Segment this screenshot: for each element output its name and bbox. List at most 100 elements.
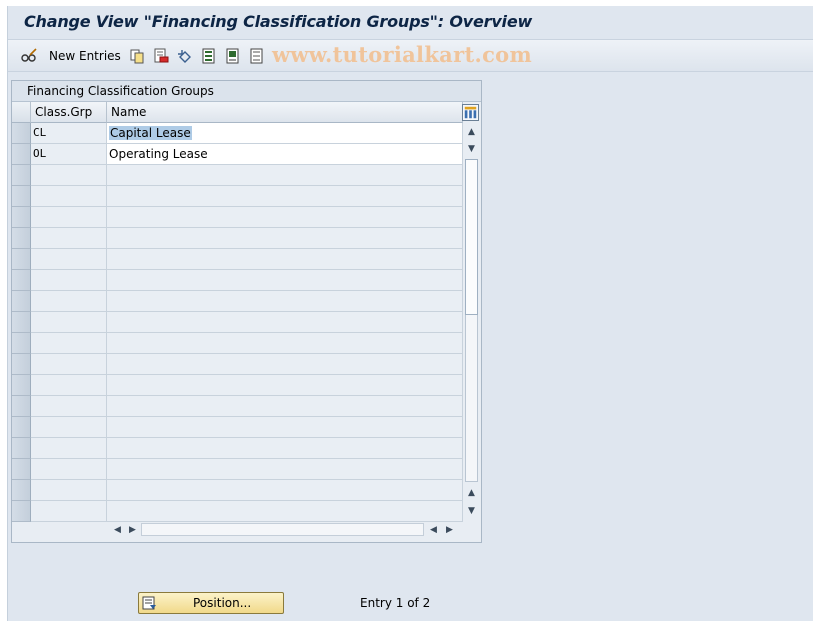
name-value: Operating Lease: [109, 147, 208, 161]
table-title-bar: Financing Classification Groups: [12, 81, 481, 102]
deselect-all-icon[interactable]: [249, 48, 265, 64]
table-row[interactable]: [12, 207, 463, 228]
scroll-down-arrow-icon[interactable]: ▼: [468, 506, 475, 516]
scroll-up-arrow-icon[interactable]: ▲: [468, 127, 475, 137]
empty-name-cell: [107, 417, 463, 438]
empty-class-grp-cell: [31, 333, 107, 354]
column-header-class-grp[interactable]: Class.Grp: [31, 102, 107, 123]
column-header-name[interactable]: Name: [107, 102, 463, 123]
empty-name-cell: [107, 375, 463, 396]
table-row[interactable]: [12, 480, 463, 501]
class-grp-value: CL: [33, 126, 47, 139]
row-selector[interactable]: [12, 186, 31, 207]
row-selector[interactable]: [12, 417, 31, 438]
row-selector[interactable]: [12, 396, 31, 417]
row-selector[interactable]: [12, 207, 31, 228]
delete-icon[interactable]: [153, 48, 169, 64]
select-block-icon[interactable]: [225, 48, 241, 64]
table-row[interactable]: CL Capital Lease: [12, 123, 463, 144]
row-selector[interactable]: [12, 354, 31, 375]
empty-class-grp-cell: [31, 186, 107, 207]
table-row[interactable]: [12, 333, 463, 354]
horizontal-scrollbar[interactable]: ◀ ▶ ◀ ▶: [108, 522, 463, 538]
name-input[interactable]: Capital Lease: [107, 123, 463, 144]
empty-name-cell: [107, 228, 463, 249]
table-control: Financing Classification Groups Class.Gr…: [11, 80, 482, 543]
empty-name-cell: [107, 396, 463, 417]
empty-class-grp-cell: [31, 312, 107, 333]
table-row[interactable]: [12, 291, 463, 312]
select-all-icon[interactable]: [201, 48, 217, 64]
table-settings-icon[interactable]: [462, 104, 479, 121]
table-row[interactable]: [12, 459, 463, 480]
entry-counter: Entry 1 of 2: [360, 596, 431, 610]
class-grp-cell: OL: [31, 144, 107, 165]
table-row[interactable]: [12, 270, 463, 291]
row-selector[interactable]: [12, 228, 31, 249]
table-row[interactable]: [12, 228, 463, 249]
table-row[interactable]: [12, 354, 463, 375]
table-row[interactable]: [12, 312, 463, 333]
scroll-thumb[interactable]: [465, 159, 478, 315]
row-selector[interactable]: [12, 291, 31, 312]
page-up-arrow-icon[interactable]: ▼: [468, 144, 475, 154]
undo-icon[interactable]: [177, 48, 193, 64]
row-selector[interactable]: [12, 459, 31, 480]
table-row[interactable]: [12, 165, 463, 186]
empty-name-cell: [107, 165, 463, 186]
empty-class-grp-cell: [31, 291, 107, 312]
page-down-arrow-icon[interactable]: ▲: [468, 488, 475, 498]
empty-class-grp-cell: [31, 354, 107, 375]
empty-class-grp-cell: [31, 375, 107, 396]
vertical-scrollbar[interactable]: ▲ ▼ ▲ ▼: [463, 123, 481, 522]
row-selector[interactable]: [12, 480, 31, 501]
row-selector[interactable]: [12, 270, 31, 291]
class-grp-value: OL: [33, 147, 47, 160]
row-selector[interactable]: [12, 501, 31, 522]
scroll-left-end-arrow-icon[interactable]: ◀: [430, 525, 437, 535]
empty-name-cell: [107, 291, 463, 312]
row-selector[interactable]: [12, 438, 31, 459]
table-row[interactable]: OL Operating Lease: [12, 144, 463, 165]
empty-class-grp-cell: [31, 480, 107, 501]
table-row[interactable]: [12, 375, 463, 396]
name-input[interactable]: Operating Lease: [107, 144, 463, 165]
application-toolbar: New Entries www.tutorialkart.com: [8, 39, 813, 72]
row-selector[interactable]: [12, 375, 31, 396]
empty-name-cell: [107, 459, 463, 480]
table-row[interactable]: [12, 438, 463, 459]
horizontal-scroll-track[interactable]: [141, 523, 424, 536]
position-icon: [142, 596, 156, 610]
table-row[interactable]: [12, 186, 463, 207]
empty-name-cell: [107, 270, 463, 291]
content-area: Financing Classification Groups Class.Gr…: [8, 73, 813, 621]
row-selector[interactable]: [12, 123, 31, 144]
table-row[interactable]: [12, 249, 463, 270]
empty-class-grp-cell: [31, 207, 107, 228]
table-row[interactable]: [12, 501, 463, 522]
row-selector[interactable]: [12, 312, 31, 333]
empty-name-cell: [107, 207, 463, 228]
row-selector[interactable]: [12, 333, 31, 354]
select-all-rows-corner[interactable]: [12, 102, 31, 123]
scroll-left-arrow-icon[interactable]: ◀: [114, 525, 121, 535]
watermark-text: www.tutorialkart.com: [272, 42, 532, 67]
empty-class-grp-cell: [31, 459, 107, 480]
empty-class-grp-cell: [31, 501, 107, 522]
scroll-right-arrow-icon[interactable]: ▶: [129, 525, 136, 535]
new-entries-button[interactable]: New Entries: [49, 49, 121, 63]
glasses-edit-icon[interactable]: [21, 48, 37, 64]
table-row[interactable]: [12, 417, 463, 438]
scroll-right-end-arrow-icon[interactable]: ▶: [446, 525, 453, 535]
position-button[interactable]: Position...: [138, 592, 284, 614]
empty-class-grp-cell: [31, 249, 107, 270]
empty-name-cell: [107, 480, 463, 501]
row-selector[interactable]: [12, 249, 31, 270]
name-value: Capital Lease: [109, 126, 192, 140]
class-grp-cell: CL: [31, 123, 107, 144]
table-row[interactable]: [12, 396, 463, 417]
copy-icon[interactable]: [129, 48, 145, 64]
row-selector[interactable]: [12, 165, 31, 186]
empty-class-grp-cell: [31, 396, 107, 417]
row-selector[interactable]: [12, 144, 31, 165]
